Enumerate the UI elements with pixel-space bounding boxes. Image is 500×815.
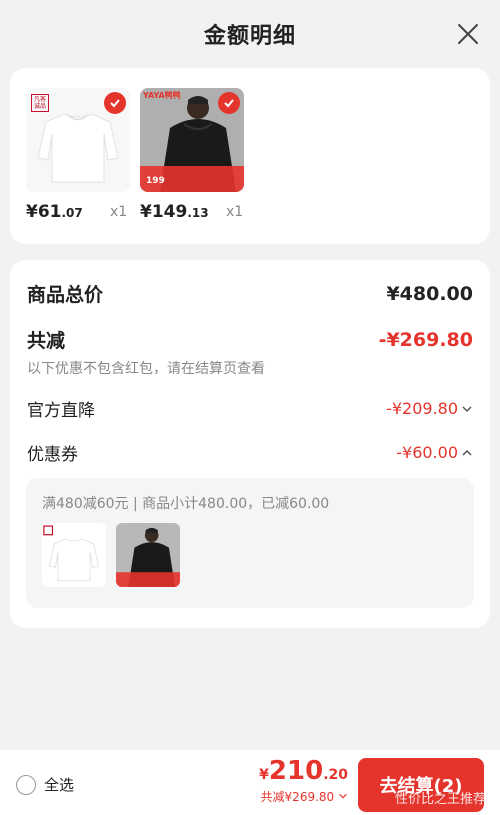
white-tshirt-image — [42, 523, 106, 587]
total-value: ¥480.00 — [386, 282, 473, 305]
coupon-label: 优惠券 — [27, 445, 78, 465]
down-jacket-image — [116, 523, 180, 587]
discount-label: 共减 — [27, 330, 66, 352]
total-row: 商品总价 ¥480.00 — [27, 280, 473, 307]
price-int: ¥61 — [26, 202, 62, 222]
brand-logo: YAYA鸭鸭 — [143, 91, 181, 100]
price-dec: .07 — [61, 206, 83, 220]
brand-text: 凡客 诚品 — [33, 96, 46, 110]
close-icon[interactable] — [456, 22, 480, 46]
selected-check-icon[interactable] — [104, 92, 126, 114]
select-all[interactable]: 全选 — [16, 774, 74, 795]
coupon-desc: 满480减60元 | 商品小计480.00，已减60.00 — [42, 496, 330, 512]
chevron-down-icon — [462, 405, 472, 412]
price-summary: 商品总价 ¥480.00 共减 -¥269.80 以下优惠不包含红包，请在结算页… — [10, 260, 490, 628]
product-image[interactable]: 凡客 诚品 — [26, 88, 130, 192]
coupon-detail: 满480减60元 | 商品小计480.00，已减60.00 — [26, 478, 474, 608]
coupon-product-thumb — [116, 523, 180, 587]
discount-note: 以下优惠不包含红包，请在结算页查看 — [27, 361, 265, 377]
official-label: 官方直降 — [27, 401, 95, 421]
currency: ¥ — [259, 767, 269, 783]
total-amount: ¥210.20 — [259, 756, 348, 786]
official-value: -¥209.80 — [386, 399, 458, 418]
product-price: ¥61.07 — [26, 202, 83, 222]
discount-row: 共减 -¥269.80 — [27, 326, 473, 353]
product-image[interactable]: YAYA鸭鸭 199 — [140, 88, 244, 192]
header: 金额明细 — [0, 0, 500, 68]
product-qty: x1 — [110, 204, 128, 220]
selected-check-icon[interactable] — [218, 92, 240, 114]
coupon-value-wrap[interactable]: -¥60.00 — [396, 443, 473, 462]
select-all-radio[interactable] — [16, 774, 36, 795]
product-list: 凡客 诚品 ¥61.07 x1 YAYA鸭鸭 199 ¥149.13 x1 — [10, 68, 490, 244]
price-dec: .13 — [187, 206, 209, 220]
watermark: 性价比之王推荐 — [394, 792, 486, 807]
product-qty: x1 — [226, 204, 244, 220]
product-price: ¥149.13 — [140, 202, 209, 222]
total-price: ¥210.20 共减¥269.80 — [259, 756, 348, 805]
official-discount-row[interactable]: 官方直降 -¥209.80 — [27, 396, 473, 421]
brand-logo: 凡客 诚品 — [31, 94, 49, 112]
select-all-label: 全选 — [44, 776, 75, 794]
saved-amount[interactable]: 共减¥269.80 — [259, 788, 348, 805]
coupon-product-thumb — [42, 523, 106, 587]
saved-text: 共减¥269.80 — [260, 790, 335, 804]
product-item[interactable]: YAYA鸭鸭 199 ¥149.13 x1 — [140, 88, 244, 222]
coupon-value: -¥60.00 — [396, 443, 458, 462]
total-label: 商品总价 — [27, 284, 104, 306]
amount-dec: .20 — [323, 767, 348, 783]
price-int: ¥149 — [140, 202, 188, 222]
official-value-wrap[interactable]: -¥209.80 — [386, 399, 473, 418]
coupon-row[interactable]: 优惠券 -¥60.00 — [27, 440, 473, 465]
page-title: 金额明细 — [203, 24, 296, 49]
price-tag: 199 — [146, 176, 165, 186]
amount-int: 210 — [268, 756, 324, 786]
discount-value: -¥269.80 — [378, 328, 473, 351]
chevron-up-icon — [462, 449, 472, 456]
product-item[interactable]: 凡客 诚品 ¥61.07 x1 — [26, 88, 130, 222]
chevron-down-icon — [339, 793, 347, 799]
